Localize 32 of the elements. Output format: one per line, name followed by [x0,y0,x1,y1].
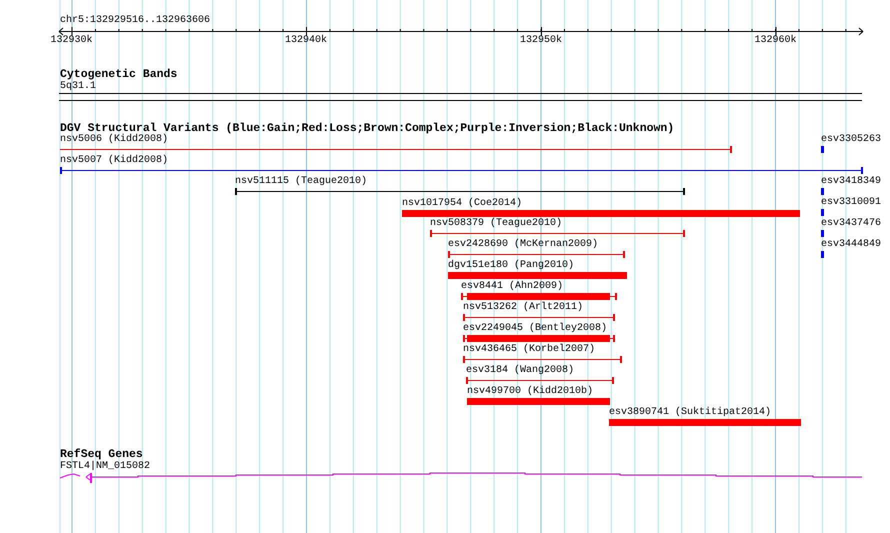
variant-label: nsv508379 (Teague2010) [430,218,562,230]
tick-label: 132950k [520,35,562,47]
variant-label: nsv513262 (Arlt2011) [463,302,584,314]
variant-label: esv3437476 [821,218,882,230]
tick-label: 132940k [285,35,327,47]
variant-label: esv2428690 (McKernan2009) [448,239,598,251]
variant-span[interactable] [235,188,685,195]
region-label: chr5:132929516..132963606 [60,15,210,27]
chromosome-band[interactable] [59,93,862,101]
variant-label: nsv1017954 (Coe2014) [402,198,522,210]
variant-label: esv3184 (Wang2008) [466,365,574,377]
variant-label: nsv436465 (Korbel2007) [463,344,596,356]
track-title: DGV Structural Variants (Blue:Gain;Red:Loss;Brown:Complex;Purple:Inversion;Black:Unknown) [60,122,674,135]
track-title: RefSeq Genes [60,448,143,461]
variant-label: esv3310091 [821,197,882,209]
track-title: Cytogenetic Bands [60,68,178,81]
variant-label: esv3444849 [821,239,882,251]
variant-label: nsv5007 (Kidd2008) [60,155,168,167]
variant-span[interactable] [60,167,863,174]
variant-label: nsv5006 (Kidd2008) [60,134,168,146]
variant-label: esv3890741 (Suktitipat2014) [609,407,772,419]
tick-label: 132960k [754,35,796,47]
gene-label: FSTL4|NM_015082 [60,461,150,473]
tick-label: 132930k [50,35,92,47]
variant-label: dgv151e180 (Pang2010) [448,260,574,272]
variant-label: esv2249045 (Bentley2008) [463,323,608,335]
variant-label: esv3305263 [821,134,882,146]
variant-label: esv3418349 [821,176,882,188]
variant-label: esv8441 (Ahn2009) [461,281,564,293]
variant-label: nsv511115 (Teague2010) [235,176,368,188]
variant-label: nsv499700 (Kidd2010b) [467,386,594,398]
band-label: 5q31.1 [60,81,96,93]
